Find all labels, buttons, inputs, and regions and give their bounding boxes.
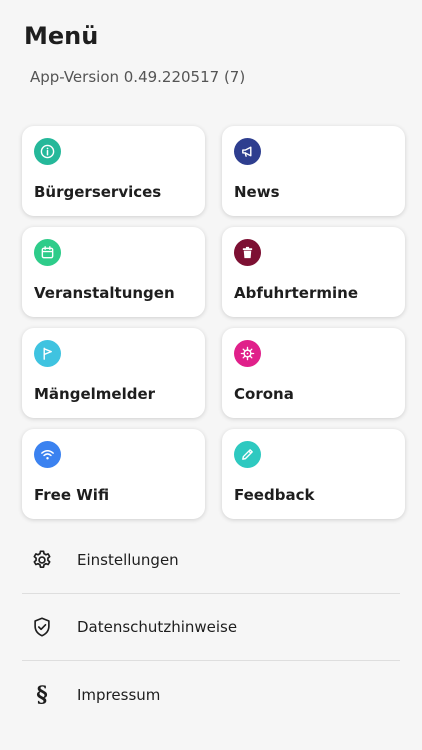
- tile-maengelmelder[interactable]: Mängelmelder: [22, 328, 205, 418]
- list-item-impressum[interactable]: § Impressum: [22, 661, 400, 728]
- trash-icon: [234, 239, 261, 266]
- list-item-label: Impressum: [77, 685, 161, 704]
- list-item-label: Einstellungen: [77, 551, 179, 569]
- calendar-icon: [34, 239, 61, 266]
- list-item-einstellungen[interactable]: Einstellungen: [22, 527, 400, 594]
- tile-feedback[interactable]: Feedback: [222, 429, 405, 519]
- info-icon: [34, 138, 61, 165]
- section-sign-icon: §: [36, 681, 48, 708]
- tile-label: News: [234, 183, 280, 201]
- tile-free-wifi[interactable]: Free Wifi: [22, 429, 205, 519]
- megaphone-icon: [234, 138, 261, 165]
- tile-label: Bürgerservices: [34, 183, 162, 201]
- flag-icon: [34, 340, 61, 367]
- pencil-icon: [234, 441, 261, 468]
- list-item-label: Datenschutzhinweise: [77, 618, 238, 636]
- tile-label: Feedback: [234, 486, 315, 504]
- tile-label: Veranstaltungen: [34, 284, 175, 302]
- list-item-datenschutzhinweise[interactable]: Datenschutzhinweise: [22, 594, 400, 661]
- settings-list: Einstellungen Datenschutzhinweise § Impr…: [22, 527, 400, 728]
- menu-tile-grid: Bürgerservices News Veranstaltungen Abfu…: [22, 126, 405, 519]
- app-version: App-Version 0.49.220517 (7): [30, 68, 246, 86]
- menu-screen: Menü App-Version 0.49.220517 (7) Bürgers…: [0, 0, 422, 750]
- tile-label: Corona: [234, 385, 294, 403]
- tile-corona[interactable]: Corona: [222, 328, 405, 418]
- virus-icon: [234, 340, 261, 367]
- tile-buergerservices[interactable]: Bürgerservices: [22, 126, 205, 216]
- tile-abfuhrtermine[interactable]: Abfuhrtermine: [222, 227, 405, 317]
- gear-icon: [22, 549, 62, 571]
- tile-news[interactable]: News: [222, 126, 405, 216]
- tile-label: Free Wifi: [34, 486, 110, 504]
- page-title: Menü: [24, 22, 99, 50]
- tile-label: Mängelmelder: [34, 385, 156, 403]
- tile-veranstaltungen[interactable]: Veranstaltungen: [22, 227, 205, 317]
- wifi-icon: [34, 441, 61, 468]
- tile-label: Abfuhrtermine: [234, 284, 358, 302]
- shield-check-icon: [22, 616, 62, 638]
